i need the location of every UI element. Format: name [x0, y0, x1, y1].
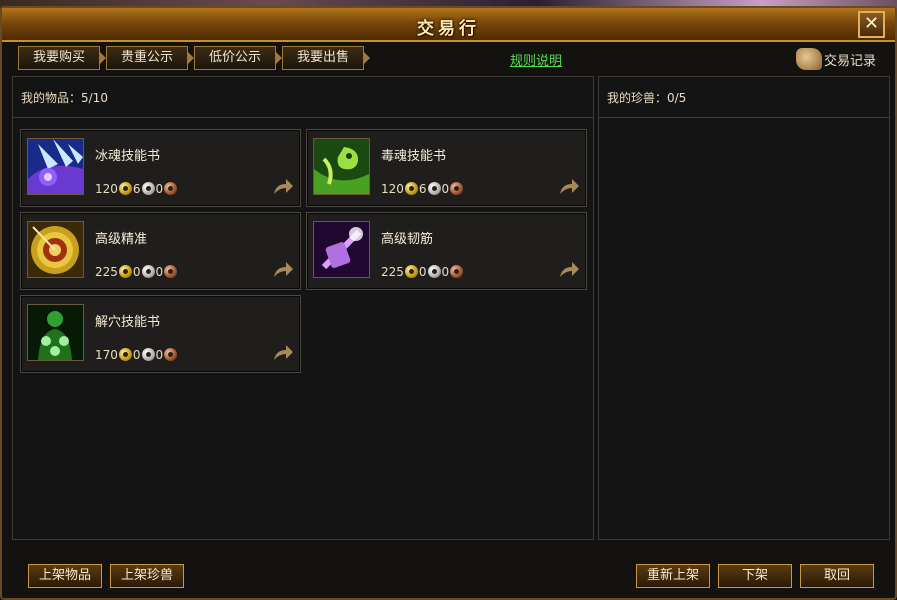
- gold-coin-icon: [404, 182, 418, 195]
- my-items-panel: 我的物品：5/10 冰魂技能书 120 6 0 毒魂技能书 120 6 0 高级…: [12, 76, 594, 540]
- tab-valuable-notice[interactable]: 贵重公示: [106, 46, 194, 70]
- tab-arrow-icon: [187, 51, 194, 65]
- item-slot[interactable]: 解穴技能书 170 0 0: [20, 295, 301, 373]
- share-arrow-icon[interactable]: [558, 261, 580, 279]
- item-price: 120 6 0: [95, 181, 178, 197]
- title-bar[interactable]: 交易行 ✕: [2, 8, 895, 42]
- price-gold: 225: [95, 264, 118, 279]
- item-price: 225 0 0: [95, 264, 178, 280]
- my-pets-header: 我的珍兽：0/5: [599, 77, 889, 118]
- close-button[interactable]: ✕: [858, 11, 885, 38]
- item-slot[interactable]: 高级精准 225 0 0: [20, 212, 301, 290]
- copper-coin-icon: [164, 348, 178, 361]
- price-gold: 120: [381, 181, 404, 196]
- tab-lowprice-notice[interactable]: 低价公示: [194, 46, 282, 70]
- gold-coin-icon: [118, 265, 132, 278]
- item-name: 冰魂技能书: [95, 149, 161, 164]
- silver-coin-icon: [141, 265, 155, 278]
- price-copper: 0: [155, 347, 164, 362]
- window-title: 交易行: [417, 19, 480, 39]
- item-name: 毒魂技能书: [381, 149, 447, 164]
- share-arrow-icon[interactable]: [272, 178, 294, 196]
- copper-coin-icon: [450, 265, 464, 278]
- scroll-icon: [796, 48, 822, 70]
- list-pet-button[interactable]: 上架珍兽: [110, 564, 184, 588]
- item-name: 解穴技能书: [95, 315, 161, 330]
- price-silver: 6: [418, 181, 427, 196]
- poison-soul-skillbook-icon: [313, 138, 370, 195]
- gold-coin-icon: [118, 348, 132, 361]
- item-slot[interactable]: 冰魂技能书 120 6 0: [20, 129, 301, 207]
- price-copper: 0: [441, 181, 450, 196]
- price-gold: 225: [381, 264, 404, 279]
- price-copper: 0: [155, 264, 164, 279]
- tab-label: 我要购买: [32, 50, 85, 65]
- silver-coin-icon: [427, 265, 441, 278]
- price-silver: 6: [132, 181, 141, 196]
- tab-sell[interactable]: 我要出售: [282, 46, 370, 70]
- share-arrow-icon[interactable]: [272, 344, 294, 362]
- tab-buy[interactable]: 我要购买: [18, 46, 106, 70]
- ice-soul-skillbook-icon: [27, 138, 84, 195]
- share-arrow-icon[interactable]: [272, 261, 294, 279]
- gold-coin-icon: [404, 265, 418, 278]
- copper-coin-icon: [164, 182, 178, 195]
- list-item-button[interactable]: 上架物品: [28, 564, 102, 588]
- tab-arrow-icon: [363, 51, 370, 65]
- price-copper: 0: [441, 264, 450, 279]
- my-items-header: 我的物品：5/10: [13, 77, 593, 118]
- silver-coin-icon: [141, 182, 155, 195]
- price-copper: 0: [155, 181, 164, 196]
- item-slot[interactable]: 高级韧筋 225 0 0: [306, 212, 587, 290]
- price-silver: 0: [132, 264, 141, 279]
- trade-records-label: 交易记录: [824, 54, 877, 69]
- item-price: 120 6 0: [381, 181, 464, 197]
- target-accuracy-icon: [27, 221, 84, 278]
- item-name: 高级精准: [95, 232, 148, 247]
- tab-label: 我要出售: [296, 50, 349, 65]
- relist-button[interactable]: 重新上架: [636, 564, 710, 588]
- price-gold: 170: [95, 347, 118, 362]
- tab-arrow-icon: [275, 51, 282, 65]
- tab-label: 贵重公示: [120, 50, 173, 65]
- trade-window: 交易行 ✕ 我要购买 贵重公示 低价公示 我要出售 规则说明 交易记录 我的物品…: [0, 6, 897, 600]
- retrieve-button[interactable]: 取回: [800, 564, 874, 588]
- tab-arrow-icon: [99, 51, 106, 65]
- tab-label: 低价公示: [208, 50, 261, 65]
- item-name: 高级韧筋: [381, 232, 434, 247]
- item-price: 225 0 0: [381, 264, 464, 280]
- share-arrow-icon[interactable]: [558, 178, 580, 196]
- gold-coin-icon: [118, 182, 132, 195]
- rules-link[interactable]: 规则说明: [510, 50, 562, 69]
- price-silver: 0: [418, 264, 427, 279]
- price-silver: 0: [132, 347, 141, 362]
- silver-coin-icon: [427, 182, 441, 195]
- copper-coin-icon: [164, 265, 178, 278]
- acupoint-skillbook-icon: [27, 304, 84, 361]
- price-gold: 120: [95, 181, 118, 196]
- purple-tendon-icon: [313, 221, 370, 278]
- copper-coin-icon: [450, 182, 464, 195]
- item-price: 170 0 0: [95, 347, 178, 363]
- item-slot[interactable]: 毒魂技能书 120 6 0: [306, 129, 587, 207]
- silver-coin-icon: [141, 348, 155, 361]
- delist-button[interactable]: 下架: [718, 564, 792, 588]
- my-pets-panel: 我的珍兽：0/5: [598, 76, 890, 540]
